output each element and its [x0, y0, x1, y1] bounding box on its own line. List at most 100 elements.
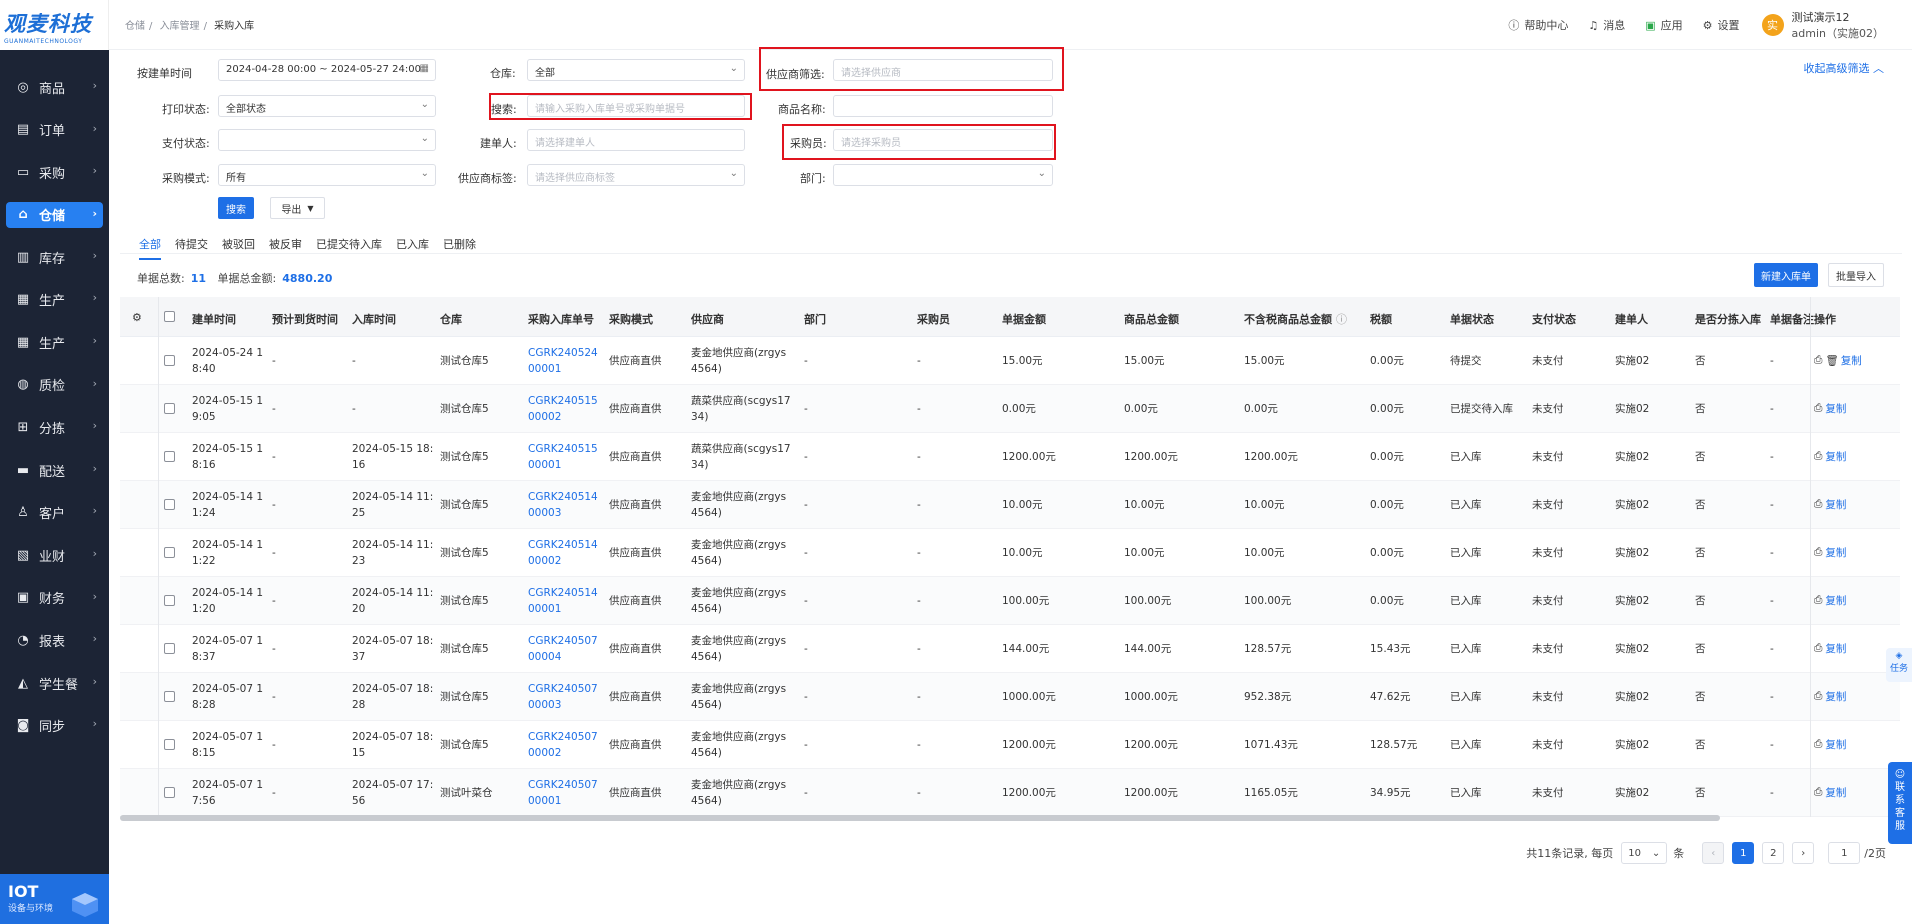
cell-no[interactable]: CGRK240514 00002	[528, 537, 598, 569]
avatar[interactable]: 实	[1761, 14, 1784, 36]
row-checkbox[interactable]	[164, 595, 175, 606]
sidebar-item-3[interactable]: ⌂ 仓储 ›	[6, 201, 103, 228]
supplier-tag-select[interactable]: 请选择供应商标签 ⌄	[527, 164, 745, 186]
breadcrumb-item-inbound[interactable]: 入库管理	[160, 21, 200, 32]
sidebar-item-5[interactable]: ▦ 生产 ›	[0, 278, 109, 321]
print-icon[interactable]: ⎙	[1814, 594, 1822, 607]
row-checkbox[interactable]	[164, 787, 175, 798]
date-range-input[interactable]: 2024-04-28 00:00 ~ 2024-05-27 24:00 ▦	[218, 59, 436, 81]
tab-5[interactable]: 已入库	[396, 236, 429, 260]
page-2-button[interactable]: 2	[1762, 842, 1785, 864]
date-type-label[interactable]: 按建单时间	[137, 65, 192, 81]
collapse-advanced-filter[interactable]: 收起高级筛选 ︿	[1804, 60, 1885, 76]
row-checkbox[interactable]	[164, 739, 175, 750]
trash-icon[interactable]: 🗑	[1825, 354, 1838, 367]
print-icon[interactable]: ⎙	[1814, 402, 1822, 415]
copy-link[interactable]: 复制	[1841, 353, 1862, 368]
cell-no[interactable]: CGRK240507 00003	[528, 681, 598, 713]
table-row[interactable]: 2024-05-07 1 8:15-2024-05-07 18: 15 测试仓库5…	[120, 721, 1900, 769]
pay-status-select[interactable]: ⌄	[218, 129, 436, 151]
print-icon[interactable]: ⎙	[1814, 642, 1822, 655]
tab-3[interactable]: 被反审	[269, 236, 302, 260]
messages-link[interactable]: ♫ 消息	[1588, 17, 1625, 33]
cell-no[interactable]: CGRK240515 00002	[528, 393, 598, 425]
table-row[interactable]: 2024-05-14 1 1:20-2024-05-14 11: 20 测试仓库5…	[120, 577, 1900, 625]
copy-link[interactable]: 复制	[1825, 785, 1846, 800]
sidebar-item-9[interactable]: ▬ 配送 ›	[0, 449, 109, 492]
copy-link[interactable]: 复制	[1825, 401, 1846, 416]
tab-2[interactable]: 被驳回	[222, 236, 255, 260]
sidebar-item-12[interactable]: ▣ 财务 ›	[0, 577, 109, 620]
user-menu[interactable]: 测试演示12 admin（实施02）	[1792, 9, 1884, 41]
page-1-button[interactable]: 1	[1732, 842, 1755, 864]
sidebar-item-7[interactable]: ◍ 质检 ›	[0, 364, 109, 407]
copy-link[interactable]: 复制	[1825, 497, 1846, 512]
sidebar-item-11[interactable]: ▧ 业财 ›	[0, 534, 109, 577]
tab-4[interactable]: 已提交待入库	[316, 236, 382, 260]
cell-no[interactable]: CGRK240507 00001	[528, 777, 598, 809]
table-row[interactable]: 2024-05-15 1 9:05- - 测试仓库5 CGRK240515 00002…	[120, 385, 1900, 433]
settings-link[interactable]: ⚙ 设置	[1703, 17, 1740, 33]
tab-1[interactable]: 待提交	[175, 236, 208, 260]
print-icon[interactable]: ⎙	[1814, 738, 1822, 751]
print-icon[interactable]: ⎙	[1814, 690, 1822, 703]
select-all-checkbox[interactable]	[164, 311, 175, 322]
copy-link[interactable]: 复制	[1825, 641, 1846, 656]
sidebar-item-4[interactable]: ▥ 库存 ›	[0, 236, 109, 279]
cell-no[interactable]: CGRK240514 00003	[528, 489, 598, 521]
copy-link[interactable]: 复制	[1825, 449, 1846, 464]
cell-no[interactable]: CGRK240507 00004	[528, 633, 598, 665]
contact-service-button[interactable]: ☺ 联 系 客 服	[1888, 762, 1912, 844]
sidebar-item-15[interactable]: ◙ 同步 ›	[0, 704, 109, 747]
table-row[interactable]: 2024-05-24 1 8:40- - 测试仓库5 CGRK240524 00001…	[120, 337, 1900, 385]
tab-0[interactable]: 全部	[139, 236, 161, 260]
table-row[interactable]: 2024-05-14 1 1:22-2024-05-14 11: 23 测试仓库5…	[120, 529, 1900, 577]
purchase-mode-select[interactable]: 所有 ⌄	[218, 164, 436, 186]
horizontal-scrollbar[interactable]	[120, 815, 1720, 821]
print-status-select[interactable]: 全部状态 ⌄	[218, 95, 436, 117]
jump-page-input[interactable]: 1	[1828, 842, 1861, 864]
print-icon[interactable]: ⎙	[1814, 354, 1822, 367]
department-select[interactable]: ⌄	[833, 164, 1053, 186]
row-checkbox[interactable]	[164, 547, 175, 558]
cell-no[interactable]: CGRK240514 00001	[528, 585, 598, 617]
new-inbound-button[interactable]: 新建入库单	[1754, 263, 1818, 287]
print-icon[interactable]: ⎙	[1814, 546, 1822, 559]
task-float-button[interactable]: ◈ 任务	[1886, 648, 1912, 682]
sidebar-item-13[interactable]: ◔ 报表 ›	[0, 619, 109, 662]
tab-6[interactable]: 已删除	[443, 236, 476, 260]
sidebar-item-10[interactable]: ♙ 客户 ›	[0, 491, 109, 534]
table-row[interactable]: 2024-05-07 1 8:28-2024-05-07 18: 28 测试仓库5…	[120, 673, 1900, 721]
sidebar-item-6[interactable]: ▦ 生产 ›	[0, 321, 109, 364]
export-button[interactable]: 导出 ▼	[270, 197, 325, 219]
warehouse-select[interactable]: 全部 ⌄	[527, 59, 745, 81]
sidebar-item-0[interactable]: ◎ 商品 ›	[0, 66, 109, 109]
product-name-input[interactable]	[833, 95, 1053, 117]
info-icon[interactable]: ⓘ	[1336, 311, 1347, 327]
row-checkbox[interactable]	[164, 643, 175, 654]
table-row[interactable]: 2024-05-07 1 8:37-2024-05-07 18: 37 测试仓库5…	[120, 625, 1900, 673]
print-icon[interactable]: ⎙	[1814, 786, 1822, 799]
search-button[interactable]: 搜索	[218, 197, 254, 219]
print-icon[interactable]: ⎙	[1814, 450, 1822, 463]
next-page-button[interactable]: ›	[1792, 842, 1815, 864]
table-row[interactable]: 2024-05-15 1 8:16-2024-05-15 18: 16 测试仓库5…	[120, 433, 1900, 481]
sidebar-item-2[interactable]: ▭ 采购 ›	[0, 151, 109, 194]
column-settings-icon[interactable]: ⚙	[132, 311, 142, 324]
row-checkbox[interactable]	[164, 355, 175, 366]
copy-link[interactable]: 复制	[1825, 737, 1846, 752]
creator-input[interactable]: 请选择建单人	[527, 129, 745, 151]
breadcrumb-item-storage[interactable]: 仓储	[125, 21, 145, 32]
cell-no[interactable]: CGRK240524 00001	[528, 345, 598, 377]
table-row[interactable]: 2024-05-07 1 7:56-2024-05-07 17: 56 测试叶菜仓…	[120, 769, 1900, 817]
copy-link[interactable]: 复制	[1825, 545, 1846, 560]
logo[interactable]: 观麦科技 GUANMAITECHNOLOGY	[0, 0, 109, 50]
row-checkbox[interactable]	[164, 499, 175, 510]
cell-no[interactable]: CGRK240507 00002	[528, 729, 598, 761]
iot-panel[interactable]: IOT 设备与环境	[0, 874, 109, 924]
help-center-link[interactable]: ⓘ 帮助中心	[1508, 17, 1568, 33]
row-checkbox[interactable]	[164, 691, 175, 702]
copy-link[interactable]: 复制	[1825, 689, 1846, 704]
prev-page-button[interactable]: ‹	[1702, 842, 1725, 864]
sidebar-item-8[interactable]: ⊞ 分拣 ›	[0, 406, 109, 449]
